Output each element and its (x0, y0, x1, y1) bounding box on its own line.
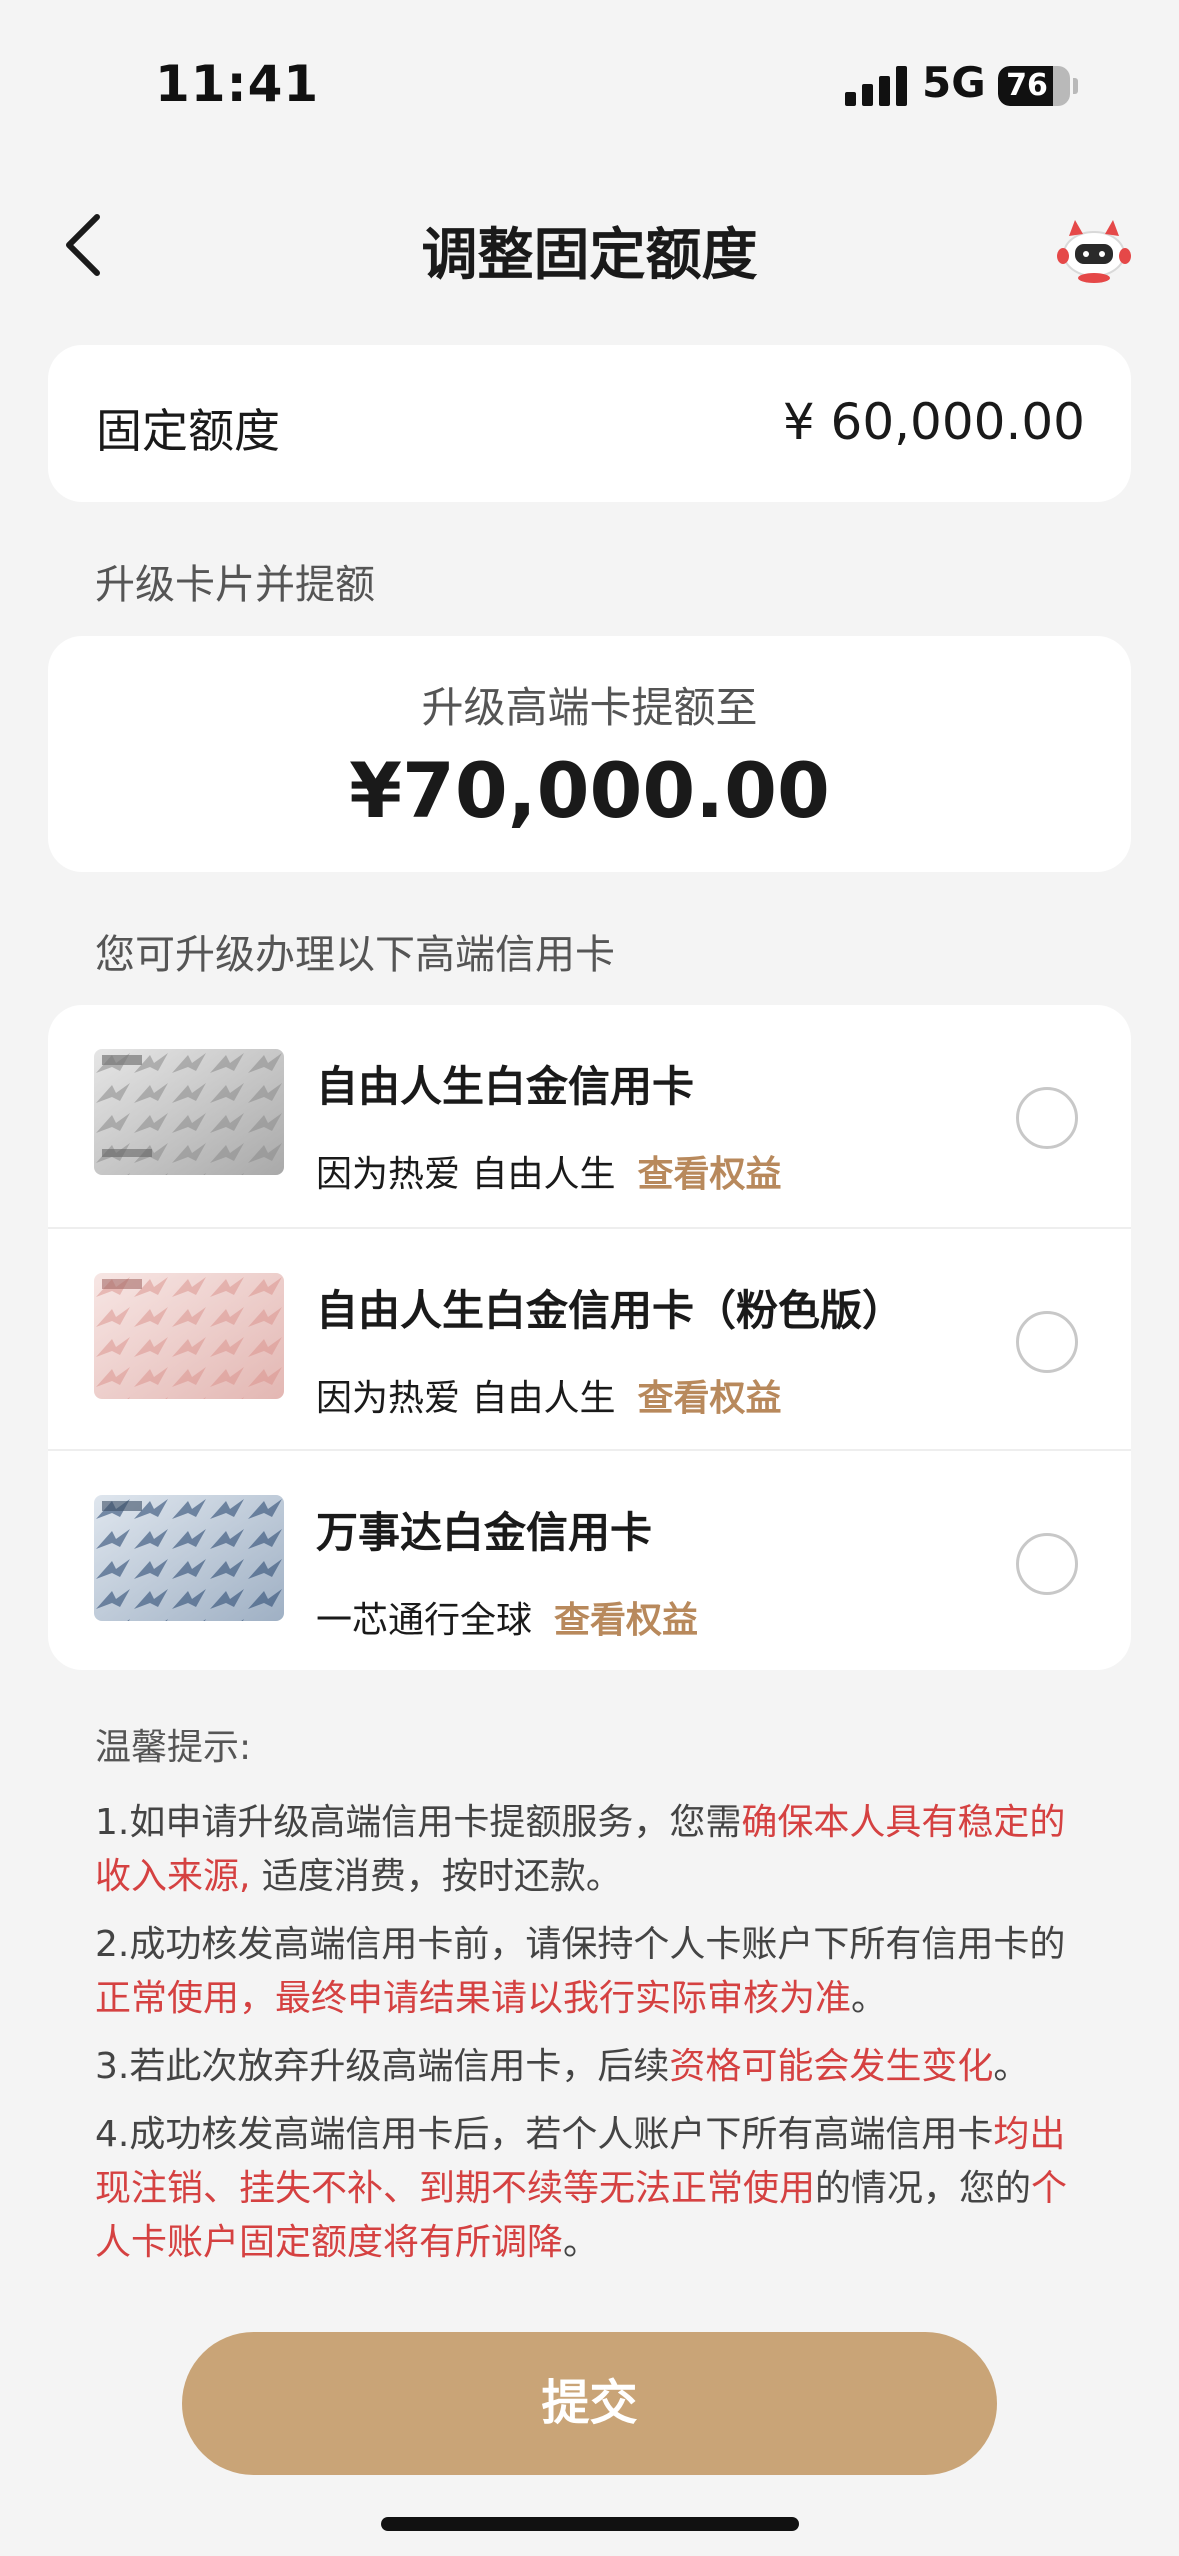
submit-button[interactable]: 提交 (182, 2332, 997, 2475)
card-name: 自由人生白金信用卡 (316, 1062, 695, 1111)
battery-icon: 76 (998, 66, 1070, 106)
select-radio[interactable] (1016, 1533, 1078, 1595)
card-option-mastercard-platinum[interactable]: 万事达白金信用卡 一芯通行全球 查看权益 (48, 1449, 1131, 1671)
select-radio[interactable] (1016, 1311, 1078, 1373)
card-name: 自由人生白金信用卡（粉色版） (316, 1286, 905, 1335)
view-benefits-link[interactable]: 查看权益 (554, 1600, 698, 1641)
tip-item: 4.成功核发高端信用卡后，若个人账户下所有高端信用卡均出现注销、挂失不补、到期不… (95, 2108, 1095, 2270)
card-description: 因为热爱 自由人生 查看权益 (316, 1145, 781, 1197)
tip-item: 3.若此次放弃升级高端信用卡，后续资格可能会发生变化。 (95, 2040, 1095, 2094)
upgrade-subtitle: 升级高端卡提额至 (421, 683, 758, 732)
tip-highlight: 资格可能会发生变化 (669, 2046, 994, 2087)
select-radio[interactable] (1016, 1087, 1078, 1149)
tip-text: 1.如申请升级高端信用卡提额服务，您需 (95, 1802, 742, 1843)
card-description: 因为热爱 自由人生 查看权益 (316, 1369, 781, 1421)
battery-level: 76 (1006, 68, 1048, 103)
card-slogan: 一芯通行全球 (316, 1600, 533, 1641)
card-image-silver (94, 1049, 284, 1175)
view-benefits-link[interactable]: 查看权益 (637, 1378, 781, 1419)
status-time: 11:41 (155, 55, 320, 113)
signal-icon (845, 66, 907, 106)
upgrade-amount: ¥70,000.00 (349, 746, 830, 835)
robot-mascot-icon[interactable] (1055, 210, 1133, 288)
card-slogan: 因为热爱 自由人生 (316, 1378, 616, 1419)
card-description: 一芯通行全球 查看权益 (316, 1591, 698, 1643)
tip-text: 4.成功核发高端信用卡后，若个人账户下所有高端信用卡 (95, 2114, 994, 2155)
home-indicator (381, 2517, 799, 2531)
tip-text: 。 (993, 2046, 1030, 2087)
tip-text: 2.成功核发高端信用卡前，请保持个人卡账户下所有信用卡的 (95, 1924, 1066, 1965)
tips-title: 温馨提示: (95, 1727, 252, 1768)
card-image-pink (94, 1273, 284, 1399)
tip-text: 。 (851, 1978, 888, 2019)
view-benefits-link[interactable]: 查看权益 (637, 1154, 781, 1195)
fixed-quota-label: 固定额度 (96, 404, 280, 458)
card-slogan: 因为热爱 自由人生 (316, 1154, 616, 1195)
status-bar: 11:41 5G 76 (0, 0, 1179, 150)
upgrade-amount-card: 升级高端卡提额至 ¥70,000.00 (48, 636, 1131, 872)
card-name: 万事达白金信用卡 (316, 1508, 653, 1557)
tip-item: 1.如申请升级高端信用卡提额服务，您需确保本人具有稳定的收入来源, 适度消费，按… (95, 1796, 1095, 1904)
card-option-freelife-platinum[interactable]: 自由人生白金信用卡 因为热爱 自由人生 查看权益 (48, 1005, 1131, 1227)
page-title: 调整固定额度 (421, 223, 758, 288)
card-image-blue (94, 1495, 284, 1621)
tip-item: 2.成功核发高端信用卡前，请保持个人卡账户下所有信用卡的正常使用，最终申请结果请… (95, 1918, 1095, 2026)
credit-card-list: 自由人生白金信用卡 因为热爱 自由人生查看权益 自由人生白金信用卡（粉色版） (48, 1005, 1131, 1670)
battery-tip (1073, 78, 1078, 94)
card-option-freelife-platinum-pink[interactable]: 自由人生白金信用卡（粉色版） 因为热爱 自由人生 查看权益 (48, 1227, 1131, 1449)
fixed-quota-card: 固定额度 ¥ 60,000.00 (48, 345, 1131, 502)
tip-text: 。 (563, 2222, 600, 2263)
tip-text: 3.若此次放弃升级高端信用卡，后续 (95, 2046, 670, 2087)
tip-highlight: 正常使用，最终申请结果请以我行实际审核为准 (95, 1978, 852, 2019)
tip-text: 的情况，您的 (815, 2168, 1032, 2209)
fixed-quota-value: ¥ 60,000.00 (782, 393, 1085, 451)
tips-section: 温馨提示: 1.如申请升级高端信用卡提额服务，您需确保本人具有稳定的收入来源, … (95, 1718, 1095, 2284)
tip-text: 适度消费，按时还款。 (250, 1856, 622, 1897)
upgrade-section-label: 升级卡片并提额 (95, 562, 375, 608)
network-label: 5G (922, 58, 986, 107)
card-list-label: 您可升级办理以下高端信用卡 (95, 932, 615, 978)
